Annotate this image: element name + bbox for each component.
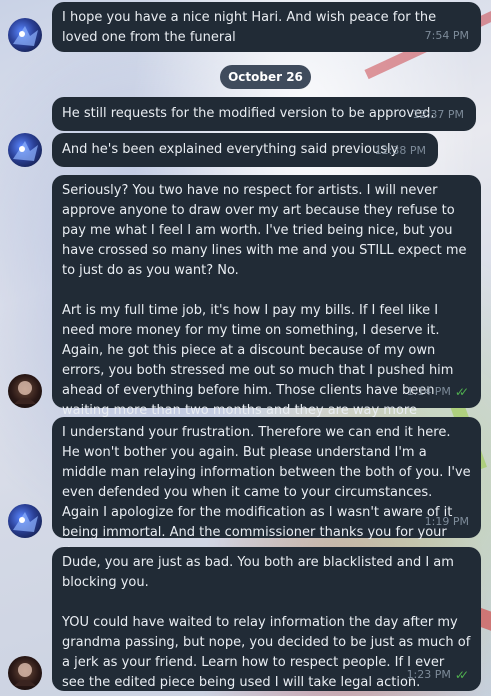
avatar-blue-character[interactable] [8, 18, 42, 52]
message-time: 7:54 PM [424, 29, 469, 42]
read-check-icon: ✓✓ [454, 668, 469, 682]
avatar-art [14, 381, 36, 404]
message-bubble[interactable]: Seriously? You two have no respect for a… [52, 175, 481, 458]
avatar-blue-character[interactable] [8, 133, 42, 167]
message-bubble[interactable]: I understand your frustration. Therefore… [52, 417, 481, 560]
avatar-art [13, 512, 38, 532]
avatar-blue-character[interactable] [8, 504, 42, 538]
message-meta: 1:19 PM [425, 512, 469, 532]
message-meta: 12:37 PM [413, 105, 464, 125]
message-meta: 1:23 PM ✓✓ [407, 665, 469, 685]
message-meta: 7:54 PM [425, 26, 469, 46]
message-bubble[interactable]: He still requests for the modified versi… [52, 97, 476, 131]
message-text: And he's been explained everything said … [62, 142, 399, 157]
avatar-dark-character[interactable] [8, 374, 42, 408]
message-time: 12:38 PM [374, 144, 426, 157]
avatar-art [13, 141, 38, 161]
message-time: 1:14 PM [406, 385, 451, 398]
avatar-art [13, 26, 38, 46]
avatar-art [14, 663, 36, 686]
date-divider: October 26 [220, 65, 311, 89]
avatar-dark-character[interactable] [8, 656, 42, 690]
message-time: 1:19 PM [424, 515, 469, 528]
message-bubble[interactable]: And he's been explained everything said … [52, 133, 438, 167]
message-meta: 1:14 PM ✓✓ [407, 382, 469, 402]
message-text: I understand your frustration. Therefore… [62, 425, 471, 560]
message-text: I hope you have a nice night Hari. And w… [62, 10, 441, 45]
read-check-icon: ✓✓ [454, 385, 469, 399]
message-bubble[interactable]: I hope you have a nice night Hari. And w… [52, 2, 481, 52]
message-bubble[interactable]: Dude, you are just as bad. You both are … [52, 547, 481, 691]
message-time: 12:37 PM [412, 108, 464, 121]
message-time: 1:23 PM [406, 668, 451, 681]
message-text: He still requests for the modified versi… [62, 106, 435, 121]
message-meta: 12:38 PM [375, 141, 426, 161]
